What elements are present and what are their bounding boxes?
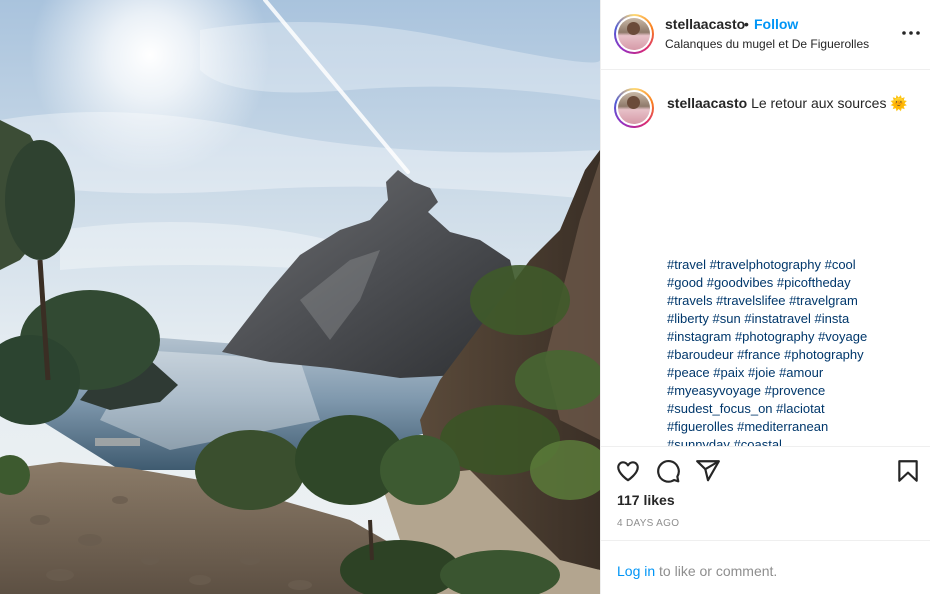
caption-text: Le retour aux sources 🌞	[751, 95, 908, 111]
hashtag-link[interactable]: #myeasyvoyage	[667, 383, 761, 398]
hashtag-link[interactable]: #provence	[765, 383, 826, 398]
heart-icon[interactable]	[615, 458, 643, 486]
avatar[interactable]	[614, 14, 654, 54]
hashtag-link[interactable]: #insta	[814, 311, 849, 326]
hashtag-link[interactable]: #goodvibes	[707, 275, 774, 290]
hashtag-link[interactable]: #photography	[784, 347, 864, 362]
hashtag-line: #sudest_focus_on #laciotat	[667, 400, 917, 418]
hashtag-link[interactable]: #amour	[779, 365, 823, 380]
hashtag-line: #sunnyday #coastal	[667, 436, 917, 446]
action-bar	[601, 446, 930, 496]
hashtag-link[interactable]: #laciotat	[776, 401, 824, 416]
comment-icon[interactable]	[655, 458, 683, 486]
hashtag-line: #travel #travelphotography #cool	[667, 256, 917, 274]
hashtag-line: #baroudeur #france #photography	[667, 346, 917, 364]
hashtag-link[interactable]: #travelslifee	[716, 293, 785, 308]
hashtag-list: #travel #travelphotography #cool #good #g…	[667, 256, 917, 446]
hashtag-link[interactable]: #baroudeur	[667, 347, 734, 362]
caption-avatar[interactable]	[614, 88, 654, 128]
hashtag-link[interactable]: #france	[737, 347, 780, 362]
hashtag-link[interactable]: #picoftheday	[777, 275, 851, 290]
post-photo[interactable]	[0, 0, 600, 594]
hashtag-link[interactable]: #cool	[825, 257, 856, 272]
username-link[interactable]: stellaacasto	[665, 16, 745, 32]
login-prompt-text: to like or comment.	[655, 563, 778, 579]
hashtag-link[interactable]: #travel	[667, 257, 706, 272]
hashtag-link[interactable]: #sunnyday	[667, 437, 730, 446]
hashtag-line: #peace #paix #joie #amour	[667, 364, 917, 382]
caption-username-link[interactable]: stellaacasto	[667, 95, 747, 111]
location-link[interactable]: Calanques du mugel et De Figuerolles	[665, 37, 869, 51]
hashtag-link[interactable]: #joie	[748, 365, 775, 380]
follow-button[interactable]: Follow	[754, 16, 798, 32]
post-header: stellaacasto • Follow Calanques du mugel…	[601, 0, 930, 70]
comment-bar: Log in to like or comment.	[601, 540, 930, 594]
calanque-landscape-image	[0, 0, 600, 594]
bookmark-icon[interactable]	[895, 458, 923, 486]
post-side-panel: stellaacasto • Follow Calanques du mugel…	[600, 0, 930, 594]
hashtag-line: #figuerolles #mediterranean	[667, 418, 917, 436]
caption: stellaacasto Le retour aux sources 🌞	[667, 95, 908, 112]
like-count[interactable]: 117 likes	[617, 492, 675, 508]
hashtag-link[interactable]: #mediterranean	[737, 419, 828, 434]
paper-plane-icon[interactable]	[695, 458, 723, 486]
hashtag-link[interactable]: #peace	[667, 365, 710, 380]
login-link[interactable]: Log in	[617, 563, 655, 579]
hashtag-link[interactable]: #instagram	[667, 329, 731, 344]
hashtag-line: #liberty #sun #instatravel #insta	[667, 310, 917, 328]
hashtag-link[interactable]: #coastal	[734, 437, 782, 446]
hashtag-link[interactable]: #instatravel	[744, 311, 810, 326]
login-prompt: Log in to like or comment.	[617, 563, 777, 579]
post-date[interactable]: 4 DAYS AGO	[617, 518, 679, 529]
hashtag-link[interactable]: #voyage	[818, 329, 867, 344]
hashtag-link[interactable]: #travelgram	[789, 293, 858, 308]
hashtag-link[interactable]: #sun	[713, 311, 741, 326]
hashtag-link[interactable]: #figuerolles	[667, 419, 734, 434]
hashtag-link[interactable]: #photography	[735, 329, 815, 344]
hashtag-link[interactable]: #travels	[667, 293, 713, 308]
hashtag-link[interactable]: #travelphotography	[710, 257, 821, 272]
avatar-image	[618, 18, 650, 50]
hashtag-line: #instagram #photography #voyage	[667, 328, 917, 346]
more-horizontal-icon[interactable]	[901, 22, 921, 46]
separator-dot: •	[744, 16, 749, 32]
hashtag-line: #good #goodvibes #picoftheday	[667, 274, 917, 292]
avatar-image	[618, 92, 650, 124]
hashtag-link[interactable]: #paix	[713, 365, 744, 380]
hashtag-link[interactable]: #sudest_focus_on	[667, 401, 773, 416]
hashtag-line: #travels #travelslifee #travelgram	[667, 292, 917, 310]
hashtag-line: #myeasyvoyage #provence	[667, 382, 917, 400]
hashtag-link[interactable]: #liberty	[667, 311, 709, 326]
hashtag-link[interactable]: #good	[667, 275, 703, 290]
